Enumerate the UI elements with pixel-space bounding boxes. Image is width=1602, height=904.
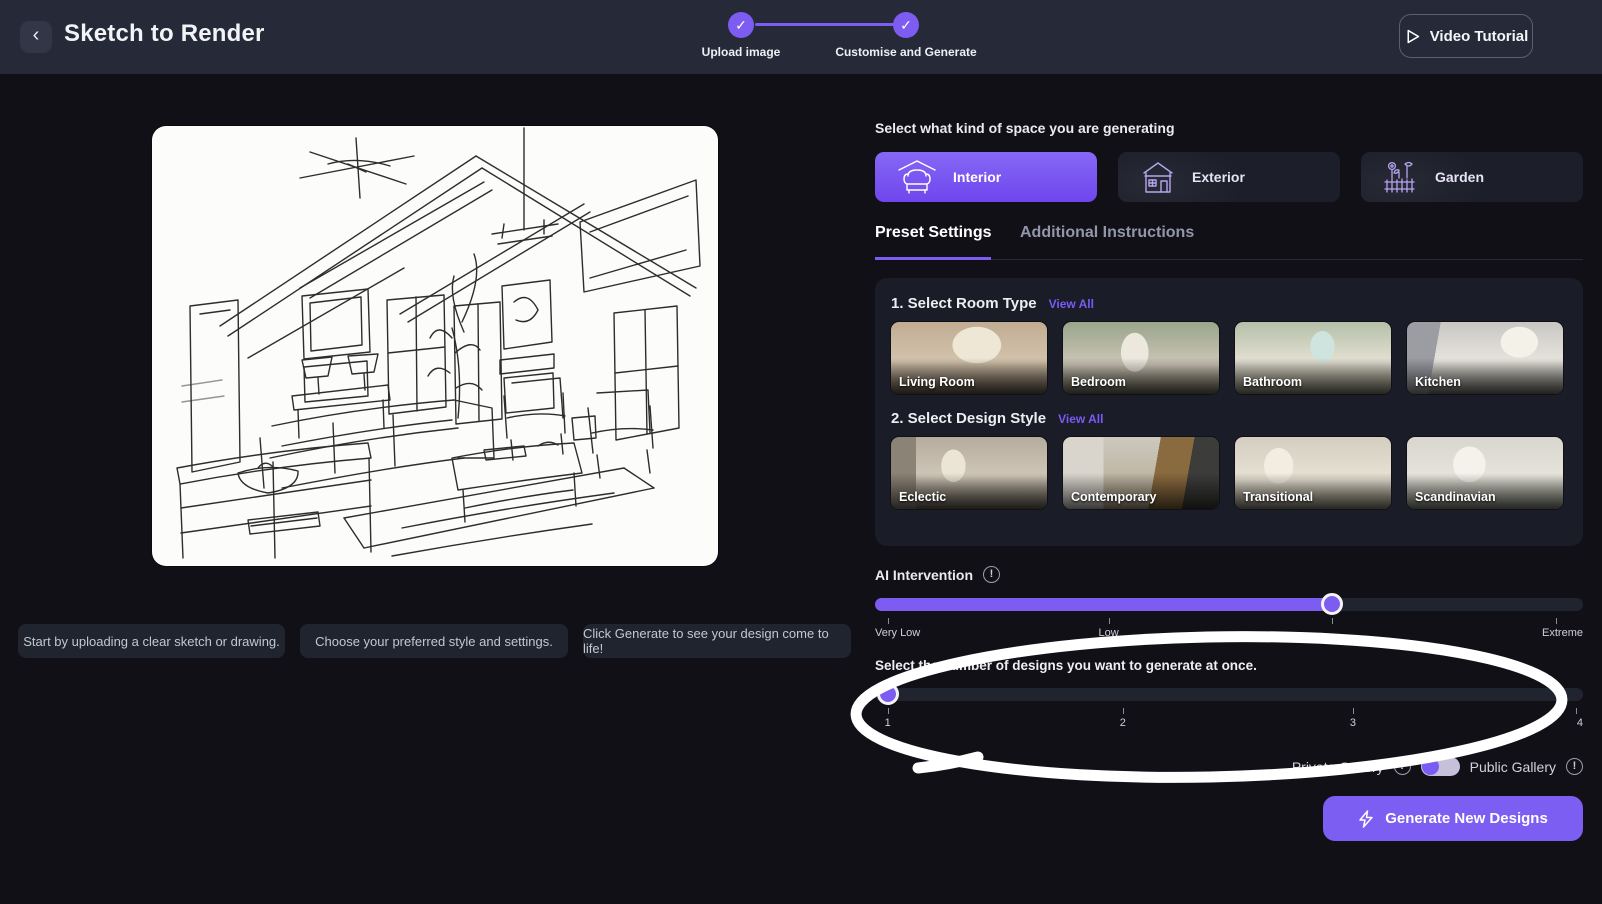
design-style-view-all-link[interactable]: View All [1058, 412, 1103, 426]
design-style-options: Eclectic Contemporary Transitional Scand… [891, 437, 1567, 509]
tick-label-2: 2 [1119, 717, 1126, 729]
tick [887, 618, 889, 624]
settings-tabs: Preset Settings Additional Instructions [875, 224, 1583, 260]
thumb-label: Scandinavian [1415, 490, 1496, 504]
tick-label-4: 4 [1576, 717, 1583, 729]
thumb-label: Transitional [1243, 490, 1314, 504]
chevron-left-icon: ‹ [32, 24, 40, 46]
lightning-icon [1359, 809, 1373, 828]
header: ‹ Sketch to Render ✓ Upload image ✓ Cust… [0, 0, 1602, 74]
tick-label-very-low: Very Low [875, 627, 921, 639]
space-type-selector: Interior Exterior Garden [875, 152, 1583, 202]
tick [1108, 618, 1110, 624]
play-icon [1407, 29, 1419, 43]
num-slider-rail[interactable] [875, 683, 1583, 705]
house-icon [1140, 160, 1176, 194]
thumb-label: Bathroom [1243, 375, 1303, 389]
room-type-options: Living Room Bedroom Bathroom Kitchen [891, 322, 1567, 394]
space-option-label: Garden [1435, 169, 1485, 185]
hint-generate: Click Generate to see your design come t… [583, 624, 851, 658]
ai-intervention-slider: Very Low Low Extreme [875, 593, 1583, 639]
thumb-label: Contemporary [1071, 490, 1157, 504]
generate-new-designs-button[interactable]: Generate New Designs [1323, 796, 1583, 841]
num-designs-slider: 1 2 3 4 [875, 683, 1583, 729]
tick-label-extreme: Extreme [1542, 627, 1583, 639]
info-icon[interactable]: ! [983, 566, 1001, 583]
thumb-label: Living Room [899, 375, 975, 389]
room-type-bathroom[interactable]: Bathroom [1235, 322, 1391, 394]
space-option-label: Exterior [1192, 169, 1245, 185]
tick [1122, 708, 1124, 714]
style-transitional[interactable]: Transitional [1235, 437, 1391, 509]
tick-label-low: Low [1098, 627, 1119, 639]
room-type-view-all-link[interactable]: View All [1049, 297, 1094, 311]
private-gallery-label: Private Gallery [1291, 758, 1384, 775]
video-tutorial-label: Video Tutorial [1429, 27, 1529, 45]
hint-style: Choose your preferred style and settings… [300, 624, 568, 658]
garden-icon [1383, 160, 1419, 194]
public-gallery-label: Public Gallery [1469, 758, 1556, 775]
num-slider-thumb[interactable] [876, 683, 899, 705]
step-label: Customise and Generate [835, 45, 977, 59]
space-option-exterior[interactable]: Exterior [1118, 152, 1340, 202]
num-designs-label: Select the number of designs you want to… [875, 658, 1257, 673]
room-type-kitchen[interactable]: Kitchen [1407, 322, 1563, 394]
preset-settings-card: 1. Select Room Type View All Living Room… [875, 278, 1583, 546]
info-icon[interactable]: ! [1393, 758, 1411, 775]
style-eclectic[interactable]: Eclectic [891, 437, 1047, 509]
thumb-label: Bedroom [1071, 375, 1126, 389]
step-label: Upload image [701, 45, 781, 59]
ai-slider-rail[interactable] [875, 593, 1583, 615]
thumb-label: Eclectic [899, 490, 947, 504]
tick-label-3: 3 [1349, 717, 1356, 729]
uploaded-sketch-preview [152, 126, 718, 566]
generate-label: Generate New Designs [1385, 810, 1548, 827]
tab-additional-instructions[interactable]: Additional Instructions [1020, 224, 1194, 260]
room-type-bedroom[interactable]: Bedroom [1063, 322, 1219, 394]
thumb-label: Kitchen [1415, 375, 1461, 389]
gallery-toggle[interactable] [1420, 757, 1460, 776]
tick [1575, 708, 1577, 714]
space-option-garden[interactable]: Garden [1361, 152, 1583, 202]
info-icon[interactable]: ! [1566, 758, 1583, 775]
style-scandinavian[interactable]: Scandinavian [1407, 437, 1563, 509]
ai-slider-thumb[interactable] [1320, 593, 1343, 615]
space-option-interior[interactable]: Interior [875, 152, 1097, 202]
step-customise-generate: ✓ Customise and Generate [826, 10, 986, 59]
check-icon: ✓ [728, 12, 754, 38]
page-title: Sketch to Render [64, 20, 265, 47]
design-style-heading: 2. Select Design Style [891, 410, 1047, 427]
tick [887, 708, 889, 714]
hint-upload: Start by uploading a clear sketch or dra… [18, 624, 285, 658]
armchair-roof-icon [897, 160, 937, 194]
style-contemporary[interactable]: Contemporary [1063, 437, 1219, 509]
stepper: ✓ Upload image ✓ Customise and Generate [640, 10, 1060, 70]
tick [1556, 618, 1558, 624]
ai-intervention-fill [875, 598, 1332, 611]
video-tutorial-button[interactable]: Video Tutorial [1399, 14, 1533, 58]
tick-label-1: 1 [884, 717, 891, 729]
space-question-label: Select what kind of space you are genera… [875, 120, 1175, 136]
tick [1352, 708, 1354, 714]
ai-intervention-label: AI Intervention [875, 566, 974, 583]
room-type-heading: 1. Select Room Type [891, 295, 1037, 312]
tick [1331, 618, 1333, 624]
step-upload-image: ✓ Upload image [661, 10, 821, 59]
space-option-label: Interior [953, 169, 1002, 185]
gallery-visibility-row: Private Gallery ! Public Gallery ! [1292, 757, 1583, 776]
check-icon: ✓ [893, 12, 919, 38]
tab-preset-settings[interactable]: Preset Settings [875, 224, 992, 260]
room-type-living-room[interactable]: Living Room [891, 322, 1047, 394]
living-room-sketch [176, 127, 701, 559]
back-button[interactable]: ‹ [20, 21, 52, 53]
toggle-knob [1421, 758, 1439, 775]
